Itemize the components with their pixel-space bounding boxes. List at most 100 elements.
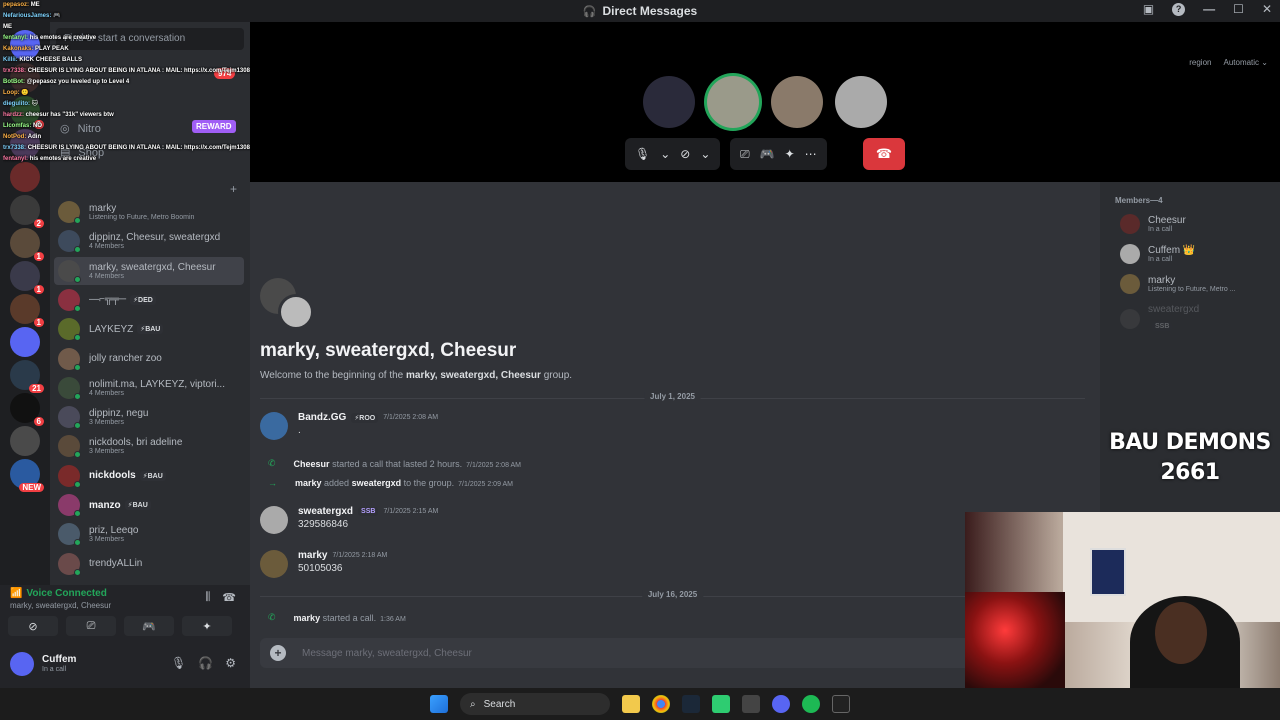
screen-share-button[interactable]: ⎚ (66, 616, 116, 636)
dm-item[interactable]: nolimit.ma, LAYKEYZ, viptori... 4 Members (54, 374, 244, 402)
camera-button[interactable]: ⊘ (8, 616, 58, 636)
settings-icon[interactable]: ⚙ (225, 656, 236, 670)
activity-button[interactable]: 🎮 (124, 616, 174, 636)
participant-avatar[interactable] (643, 76, 695, 128)
add-attachment-icon[interactable]: + (270, 645, 286, 661)
dm-item[interactable]: dippinz, negu 3 Members (54, 403, 244, 431)
server-icon[interactable] (10, 63, 40, 93)
app-icon[interactable] (712, 695, 730, 713)
avatar[interactable] (260, 550, 288, 578)
region-label: region (1189, 58, 1212, 67)
app-icon[interactable] (742, 695, 760, 713)
server-icon[interactable]: NEW (10, 459, 44, 492)
controller-icon[interactable]: 🎮 (760, 147, 775, 161)
avatar[interactable] (260, 506, 288, 534)
nav-nitro[interactable]: ◎ Nitro (60, 122, 101, 136)
server-icon[interactable]: 1 (10, 261, 44, 294)
conversation-search-input[interactable]: Find or start a conversation (56, 28, 244, 50)
chevron-down-icon[interactable]: ⌄ (660, 147, 670, 161)
server-icon[interactable] (10, 30, 40, 60)
server-icon[interactable]: 6 (10, 96, 44, 129)
server-icon[interactable] (10, 327, 40, 357)
taskbar-search[interactable]: ⌕ Search (460, 693, 610, 715)
message-input[interactable]: Message marky, sweatergxd, Cheesur (302, 648, 472, 659)
member-item[interactable]: sweatergxd SSB (1120, 304, 1199, 333)
avatar (58, 494, 81, 517)
system-actor[interactable]: marky (294, 613, 321, 623)
mic-icon[interactable]: 🎙 (635, 147, 650, 161)
disconnect-icon[interactable]: ☎ (222, 591, 236, 604)
server-icon[interactable] (10, 162, 40, 192)
nav-shop[interactable]: ▤ Shop (60, 146, 104, 160)
server-icon[interactable]: 2 (10, 195, 44, 228)
inbox-icon[interactable]: ▣ (1143, 2, 1154, 16)
dm-item[interactable]: nickdools, bri adeline 3 Members (54, 432, 244, 460)
mic-icon[interactable]: 🎙 (171, 656, 186, 670)
soundboard-button[interactable]: ✦ (182, 616, 232, 636)
server-icon[interactable] (10, 426, 40, 456)
signal-icon: 📶 (10, 588, 23, 599)
member-item[interactable]: Cheesur In a call (1120, 214, 1186, 234)
minimize-button[interactable]: — (1203, 2, 1215, 16)
dm-item[interactable]: priz, Leeqo 3 Members (54, 520, 244, 548)
chevron-down-icon[interactable]: ⌄ (700, 147, 710, 161)
participant-avatar[interactable] (771, 76, 823, 128)
server-icon[interactable]: 1 (10, 294, 44, 327)
user-tag: ⚡ROO (351, 412, 379, 423)
member-item[interactable]: marky Listening to Future, Metro ... (1120, 274, 1236, 294)
app-icon[interactable] (832, 695, 850, 713)
server-badge: 6 (33, 417, 44, 426)
dm-item[interactable]: LAYKEYZ ⚡BAU (54, 315, 244, 343)
headphones-icon[interactable]: 🎧 (198, 656, 213, 670)
stream-overlay-text: BAU DEMONS 2661 (1100, 428, 1280, 488)
system-time: 7/1/2025 2:08 AM (466, 461, 522, 469)
maximize-button[interactable]: ☐ (1233, 2, 1244, 16)
dm-subtitle: 3 Members (89, 448, 125, 456)
help-icon[interactable]: ? (1172, 2, 1186, 16)
close-button[interactable]: ✕ (1262, 2, 1272, 16)
dm-name: marky (89, 203, 117, 214)
avatar (58, 318, 81, 342)
create-dm-icon[interactable]: + (230, 182, 237, 196)
chrome-icon[interactable] (652, 695, 670, 713)
avatar[interactable] (260, 412, 288, 440)
hang-up-button[interactable]: ☎ (863, 138, 905, 170)
avatar (58, 230, 81, 254)
system-target[interactable]: sweatergxd (352, 478, 402, 488)
system-actor[interactable]: marky (295, 478, 322, 488)
more-icon[interactable]: ⋯ (805, 147, 817, 161)
server-icon[interactable]: 6 (10, 393, 44, 426)
dm-subtitle: 4 Members (89, 243, 125, 251)
dm-item[interactable]: dippinz, Cheesur, sweatergxd 4 Members (54, 227, 244, 255)
camera-off-icon[interactable]: ⊘ (680, 147, 690, 161)
avatar (58, 552, 81, 576)
dm-item[interactable]: marky Listening to Future, Metro Boomin (54, 198, 244, 226)
dm-item[interactable]: trendyALLin (54, 550, 244, 578)
dm-item[interactable]: marky, sweatergxd, Cheesur 4 Members (54, 256, 244, 285)
screen-share-icon[interactable]: ⎚ (740, 147, 750, 162)
dm-item[interactable]: —⌐╦╤─ ⚡DED (54, 286, 244, 314)
server-icon[interactable] (10, 129, 40, 159)
message-author[interactable]: marky (298, 550, 327, 561)
server-icon[interactable]: 1 (10, 228, 44, 261)
dm-item[interactable]: nickdools ⚡BAU (54, 462, 244, 490)
soundboard-icon[interactable]: ✦ (785, 147, 795, 161)
steam-icon[interactable] (682, 695, 700, 713)
server-icon[interactable]: 21 (10, 360, 44, 393)
message-author[interactable]: Bandz.GG (298, 412, 346, 423)
avatar[interactable] (10, 652, 34, 676)
message-author[interactable]: sweatergxd (298, 506, 353, 517)
member-status: In a call (1148, 256, 1173, 263)
file-explorer-icon[interactable] (622, 695, 640, 713)
spotify-icon[interactable] (802, 695, 820, 713)
participant-avatar[interactable] (835, 76, 887, 128)
region-selector[interactable]: region Automatic ⌄ (1189, 58, 1268, 67)
dm-item[interactable]: jolly rancher zoo (54, 345, 244, 373)
start-icon[interactable] (430, 695, 448, 713)
member-item[interactable]: Cuffem 👑 In a call (1120, 244, 1195, 264)
discord-icon[interactable] (772, 695, 790, 713)
noise-suppression-icon[interactable]: ⫼ (205, 591, 210, 604)
participant-avatar[interactable] (707, 76, 759, 128)
system-actor[interactable]: Cheesur (294, 459, 330, 469)
dm-item[interactable]: manzo ⚡BAU (54, 491, 244, 519)
